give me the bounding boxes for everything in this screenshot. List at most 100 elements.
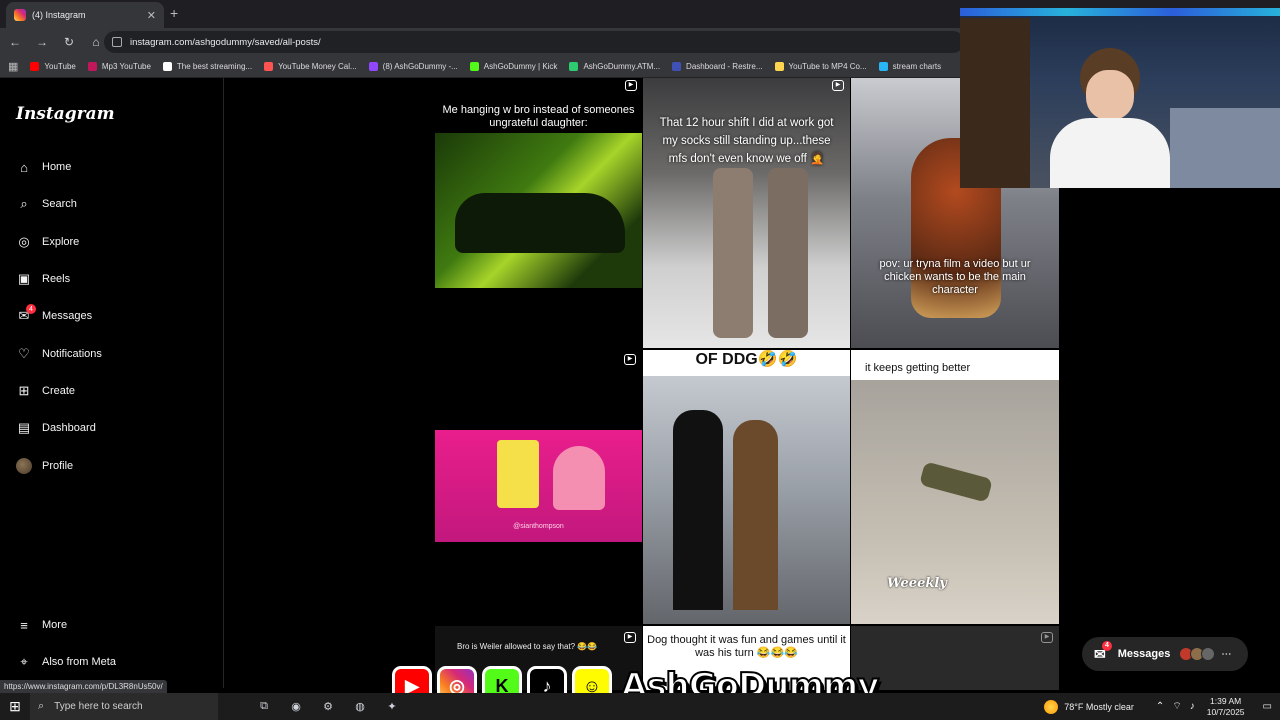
menu-icon: ≡ [20, 617, 28, 633]
dashboard-icon: ▤ [17, 420, 31, 435]
back-icon[interactable]: ← [3, 35, 27, 49]
weather-widget[interactable]: 78°F Mostly clear [1044, 699, 1134, 714]
post-tile[interactable]: @sianthompson ▶ [435, 350, 642, 624]
notifications-icon[interactable]: ▭ [1263, 701, 1272, 712]
forward-icon[interactable]: → [30, 35, 54, 49]
new-tab-button[interactable]: + [170, 5, 178, 21]
post-caption: it keeps getting better [865, 362, 971, 374]
apps-grid-icon[interactable]: ▦ [8, 60, 18, 73]
reload-icon[interactable]: ↻ [57, 35, 81, 49]
post-caption: Bro is Weiler allowed to say that? 😂😂 [457, 642, 598, 651]
reel-icon: ▶ [1041, 632, 1053, 643]
bookmark-item[interactable]: YouTube Money Cal... [264, 62, 357, 71]
youtube-icon [30, 62, 40, 71]
post-tile[interactable]: Me hanging w bro instead of someones ung… [435, 78, 642, 348]
led-strip [960, 8, 1280, 16]
messages-badge: 4 [1102, 640, 1112, 651]
post-tile[interactable]: That 12 hour shift I did at work got my … [643, 78, 850, 348]
person-shape [673, 410, 723, 610]
bookmark-item[interactable]: AshGoDummy.ATM... [569, 62, 660, 71]
explore-icon: ◎ [18, 234, 30, 249]
post-caption: That 12 hour shift I did at work got my … [659, 117, 834, 165]
browser-tab[interactable]: (4) Instagram ✕ [6, 2, 164, 28]
instagram-favicon-icon [14, 9, 26, 21]
windows-taskbar: ⊞ ⌕ Type here to search ⧉ ◉ ⚙ ◍ ✦ 78°F M… [0, 693, 1280, 720]
twitch-icon [368, 62, 378, 71]
sidebar-item-reels[interactable]: ▣ Reels [16, 271, 70, 287]
post-image: @sianthompson [435, 430, 642, 542]
sidebar-item-profile[interactable]: Profile [16, 458, 73, 474]
kick-icon [469, 62, 479, 71]
bookmark-favicon-icon [162, 62, 172, 71]
post-tile[interactable]: ▶ [851, 626, 1059, 690]
face-shape [1086, 70, 1134, 120]
steam-icon[interactable]: ⚙ [312, 700, 344, 713]
create-icon: ⊞ [18, 383, 30, 398]
bookmark-favicon-icon [87, 62, 97, 71]
post-caption: OF DDG🤣🤣 [695, 351, 798, 368]
watermark-text: Weeekly [887, 576, 947, 591]
address-bar[interactable]: instagram.com/ashgodummy/saved/all-posts… [104, 31, 964, 53]
sidebar-item-messages[interactable]: ✉ 4 Messages [16, 304, 92, 324]
windows-start-icon[interactable]: ⊞ [0, 698, 30, 715]
heart-icon: ♡ [18, 346, 30, 361]
search-icon: ⌕ [38, 700, 45, 712]
post-caption: pov: ur tryna film a video but ur chicke… [879, 258, 1031, 296]
sidebar-item-also-from-meta[interactable]: ⌖ Also from Meta [16, 654, 116, 670]
search-icon: ⌕ [20, 196, 28, 211]
network-icon[interactable]: ⌔ [1172, 700, 1181, 713]
post-caption: Dog thought it was fun and games until i… [647, 634, 846, 659]
taskbar-search[interactable]: ⌕ Type here to search [30, 693, 218, 720]
streamer-person [1050, 48, 1170, 188]
sidebar-item-create[interactable]: ⊞ Create [16, 383, 75, 399]
sidebar-item-search[interactable]: ⌕ Search [16, 196, 77, 212]
bookmark-item[interactable]: Dashboard - Restre... [672, 62, 763, 71]
weather-icon [1044, 699, 1059, 714]
post-tile[interactable]: it keeps getting better Weeekly [851, 350, 1059, 624]
task-view-icon[interactable]: ⧉ [248, 700, 280, 713]
sidebar-item-more[interactable]: ≡ More [16, 617, 67, 633]
chevron-up-icon[interactable]: ⌃ [1156, 701, 1164, 712]
reel-icon: ▶ [625, 80, 637, 91]
reel-icon: ▶ [624, 632, 636, 643]
bookmark-item[interactable]: stream charts [878, 62, 941, 71]
sock-shape [768, 168, 808, 338]
reels-icon: ▣ [17, 271, 31, 286]
bookmark-item[interactable]: YouTube [30, 62, 76, 71]
site-info-icon[interactable] [112, 37, 122, 47]
more-icon[interactable]: ⋯ [1221, 649, 1231, 660]
instagram-logo[interactable]: Instagram [16, 104, 115, 124]
bookmark-item[interactable]: Mp3 YouTube [87, 62, 151, 71]
copilot-icon[interactable]: ✦ [376, 700, 408, 713]
home-icon: ⌂ [20, 159, 28, 175]
bookmark-item[interactable]: The best streaming... [162, 62, 252, 71]
soldier-shape [919, 461, 993, 503]
meta-icon: ⌖ [20, 654, 28, 669]
avatar [1201, 647, 1216, 661]
bookmark-item[interactable]: (8) AshGoDummy -... [368, 62, 458, 71]
app-icon[interactable]: ◍ [344, 700, 376, 713]
sidebar-item-dashboard[interactable]: ▤ Dashboard [16, 420, 96, 436]
bed-shape [1170, 108, 1280, 188]
spongebob-shape [497, 440, 539, 508]
system-tray: 78°F Mostly clear ⌃ ⌔ ♪ 1:39 AM 10/7/202… [1044, 693, 1280, 720]
patrick-shape [553, 446, 605, 510]
avatar-stack [1179, 647, 1216, 661]
reel-icon: ▶ [624, 354, 636, 365]
taskbar-apps: ⧉ ◉ ⚙ ◍ ✦ [248, 700, 408, 713]
bookmark-item[interactable]: AshGoDummy | Kick [469, 62, 557, 71]
clock[interactable]: 1:39 AM 10/7/2025 [1207, 696, 1245, 718]
sidebar-item-explore[interactable]: ◎ Explore [16, 234, 79, 250]
close-tab-icon[interactable]: ✕ [147, 9, 156, 22]
bookmark-item[interactable]: YouTube to MP4 Co... [774, 62, 867, 71]
app-icon[interactable]: ◉ [280, 700, 312, 713]
door-shape [960, 18, 1030, 188]
sidebar-item-home[interactable]: ⌂ Home [16, 159, 71, 175]
post-tile[interactable]: OF DDG🤣🤣 [643, 350, 850, 624]
instagram-sidebar: Instagram ⌂ Home ⌕ Search ◎ Explore ▣ Reels … [0, 78, 224, 688]
speaker-icon[interactable]: ♪ [1190, 701, 1195, 712]
messages-floating-button[interactable]: ✉ 4 Messages ⋯ [1082, 637, 1248, 671]
sidebar-item-notifications[interactable]: ♡ Notifications [16, 346, 102, 362]
bookmark-favicon-icon [264, 62, 274, 71]
url-text: instagram.com/ashgodummy/saved/all-posts… [130, 36, 321, 48]
